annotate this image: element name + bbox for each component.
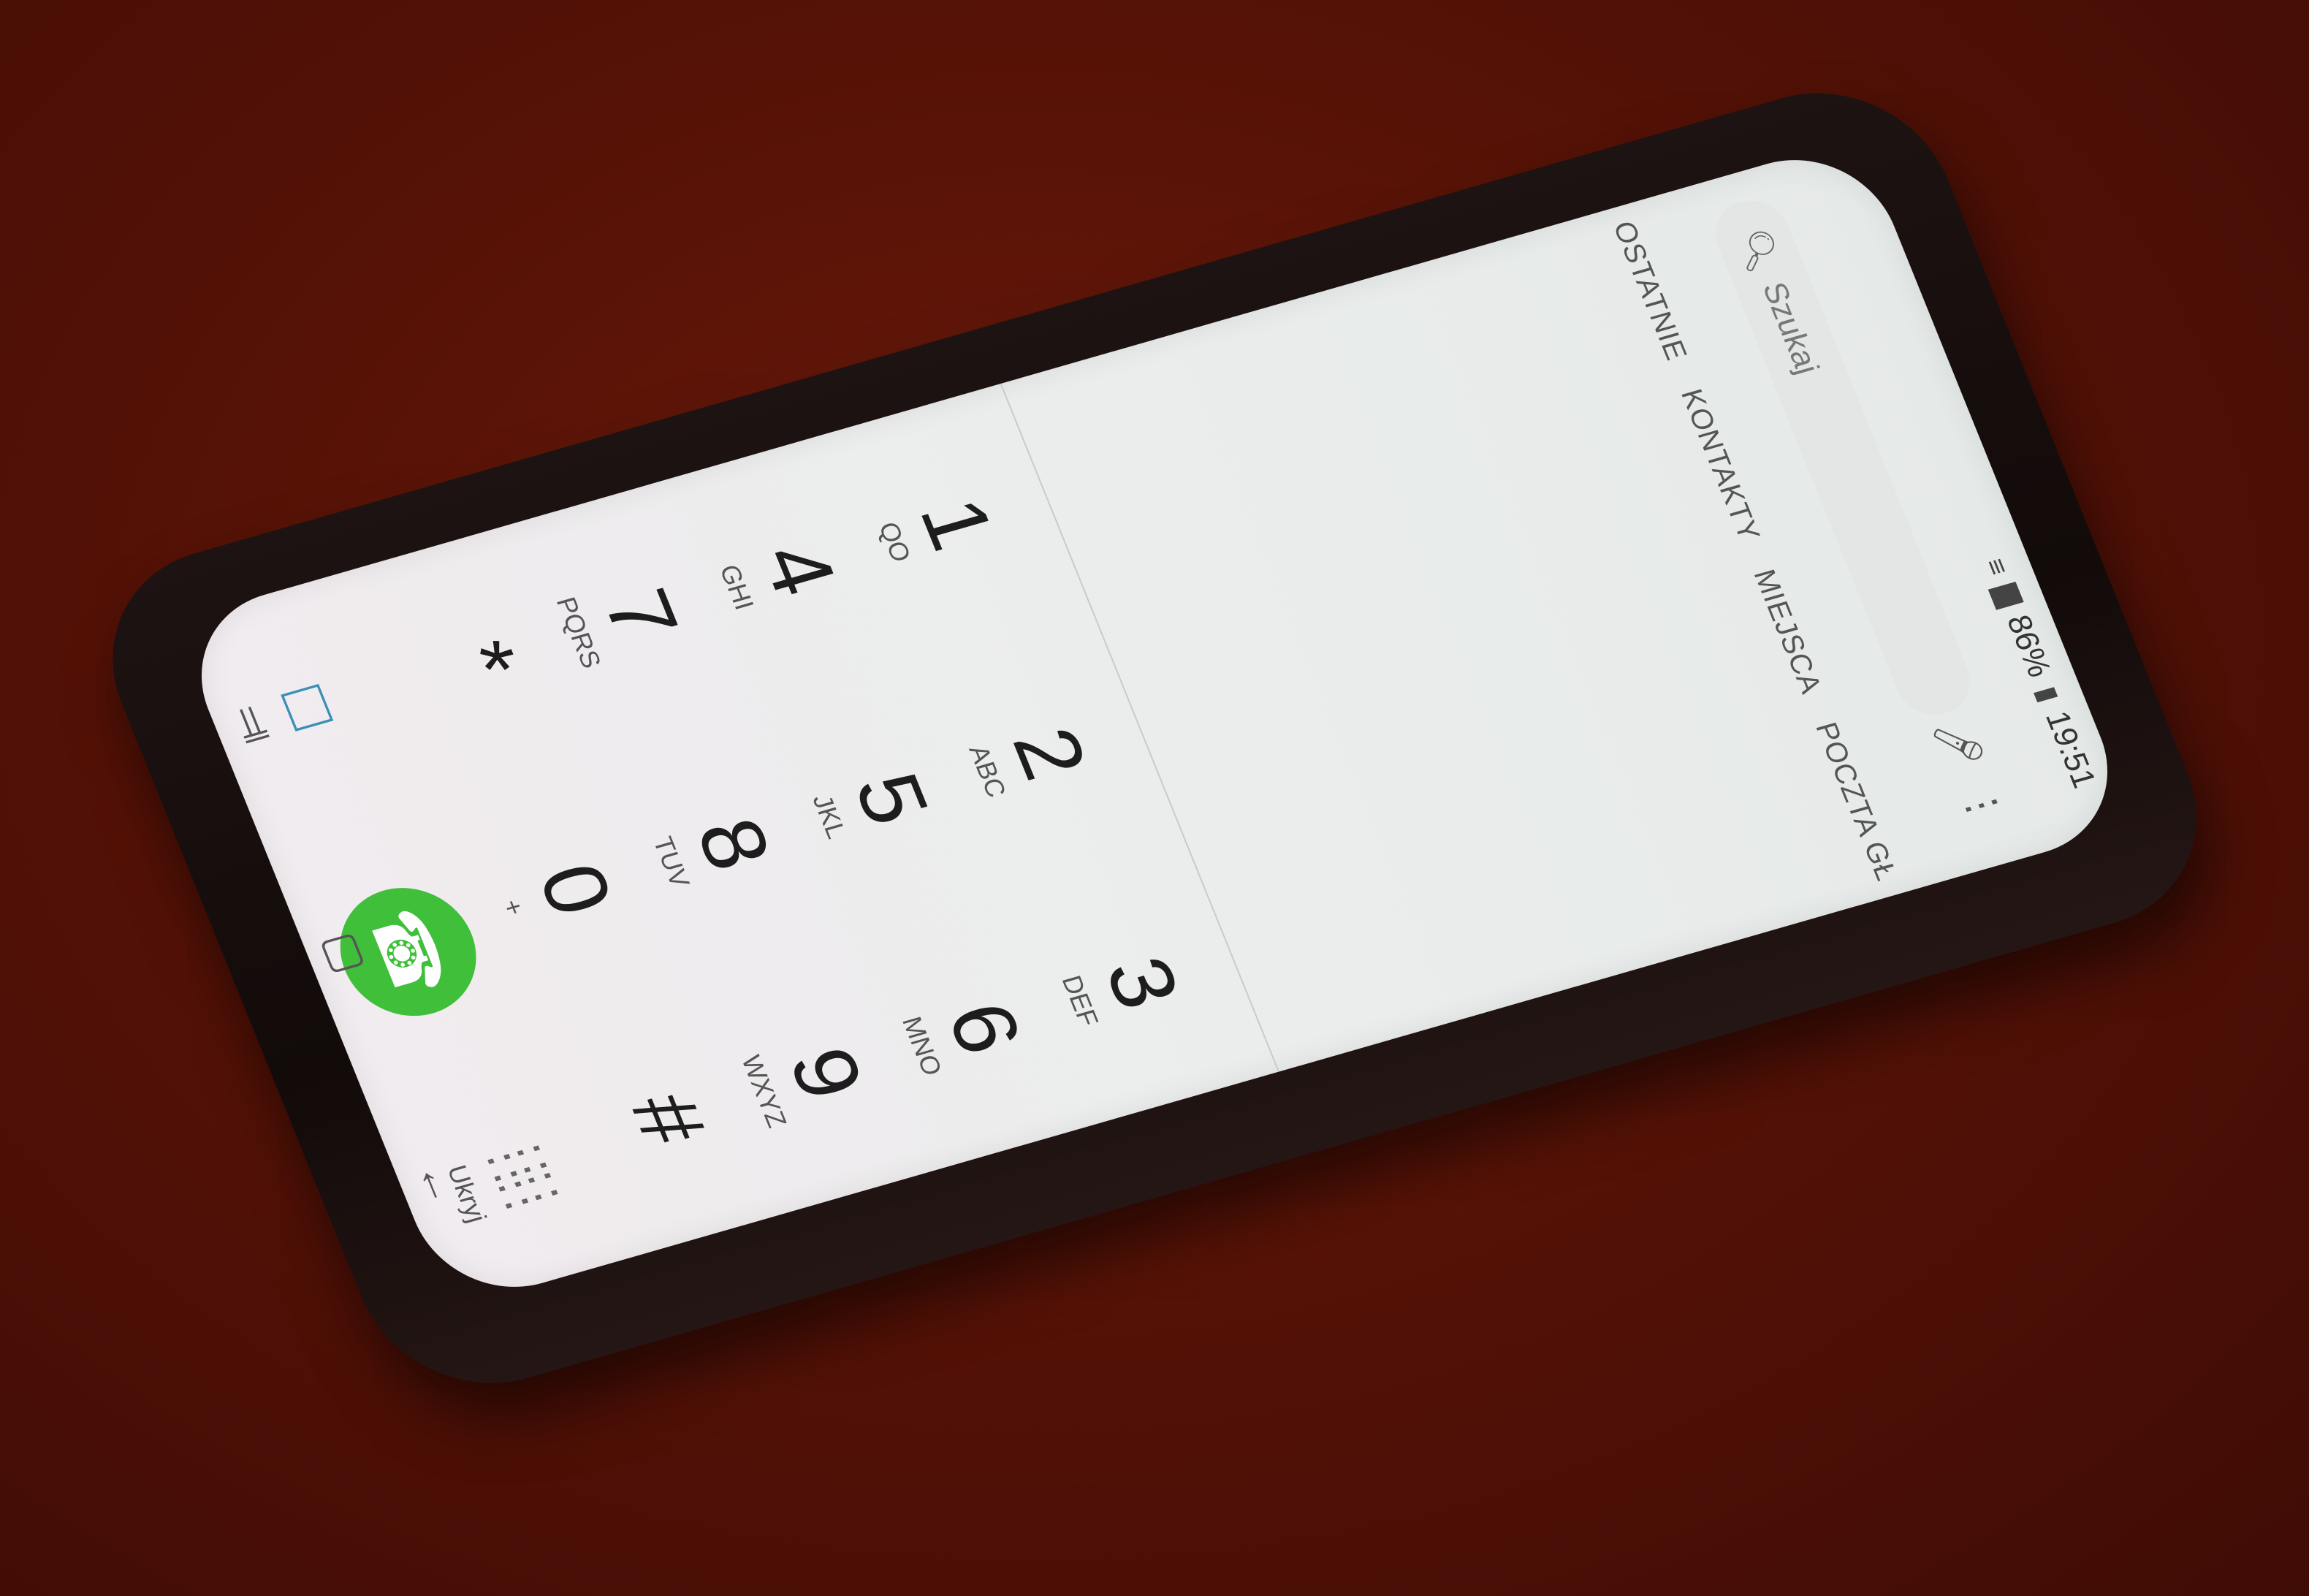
key-digit: 5 [835,762,948,835]
key-digit: 3 [1087,946,1200,1019]
key-digit: 2 [994,717,1107,790]
back-icon[interactable]: ← [406,1156,471,1211]
key-letters [593,1133,620,1141]
microphone-icon[interactable]: 🎤︎ [1924,707,1993,780]
key-digit: 4 [743,533,856,606]
home-icon[interactable]: ▢ [313,926,379,978]
key-letters: + [496,895,531,919]
clock: 19:51 [2038,707,2104,792]
signal-icon: ▇ [1988,581,2027,610]
search-placeholder: Szukaj [1755,278,1827,379]
key-digit: 8 [677,808,791,881]
key-digit: 1 [901,487,1014,560]
more-vertical-icon[interactable]: ⋮ [1949,768,2017,842]
key-digit: 7 [585,578,698,651]
photo-scene: ≡ ▇ 86% ▮ 19:51 🔍︎ Szukaj 🎤︎ ⋮ OSTATNIE … [0,0,2309,1596]
key-digit: 9 [770,1037,883,1110]
key-digit: 0 [520,853,633,926]
battery-icon: ▮ [2030,683,2066,706]
key-digit: 6 [928,992,1041,1065]
key-digit: # [612,1082,726,1155]
battery-level: 86% [1999,611,2058,681]
wifi-icon: ≡ [1979,555,2015,579]
recent-apps-icon[interactable]: ⫥ [221,699,285,749]
key-digit: * [430,630,537,690]
key-letters [408,674,435,682]
search-icon: 🔍︎ [1731,224,1786,277]
keypad-icon: ∷∷ ∷∷ [473,1139,572,1217]
